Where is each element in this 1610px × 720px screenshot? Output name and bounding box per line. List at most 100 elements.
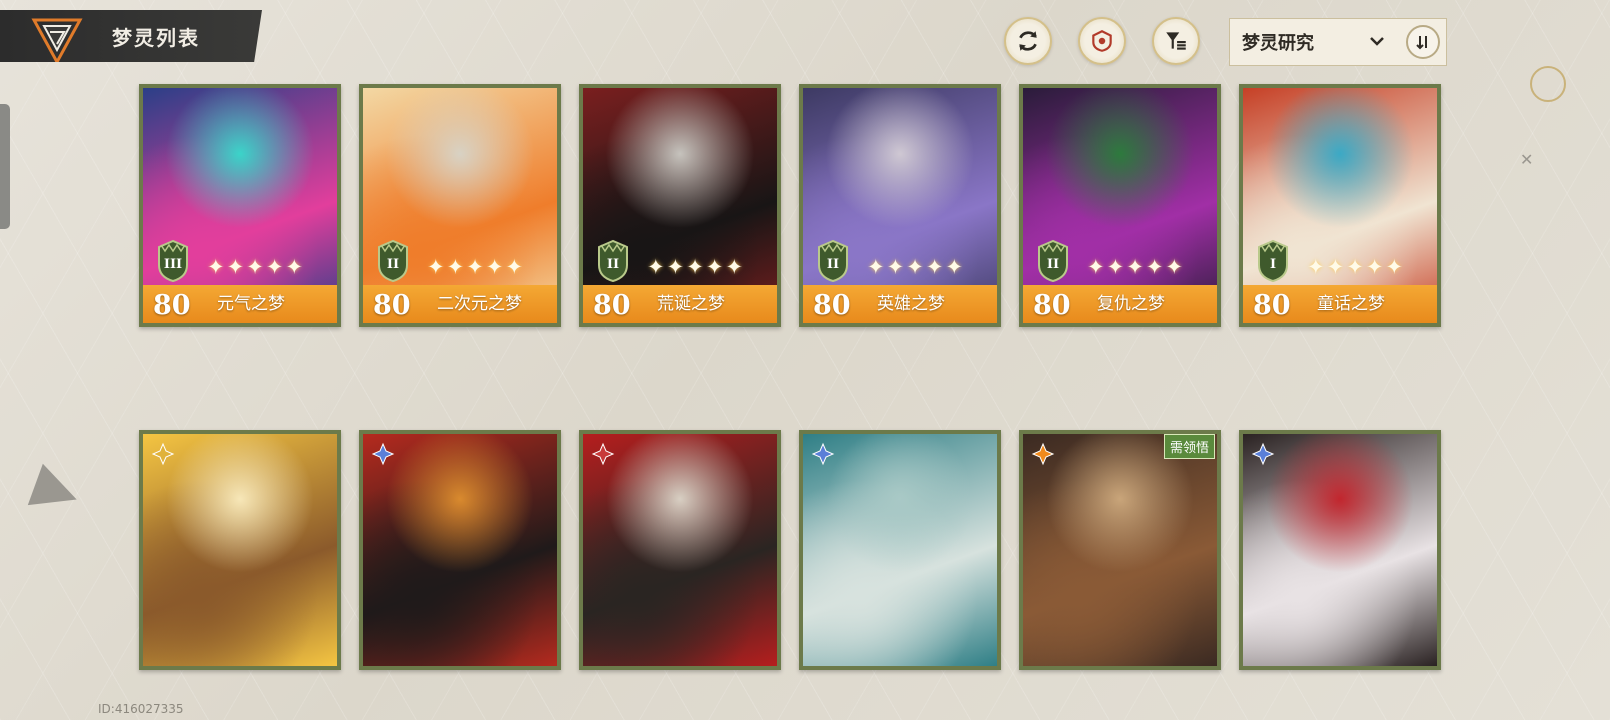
character-level: 80 <box>1033 290 1071 321</box>
star-icon: ✦ <box>1126 255 1144 279</box>
character-name: 英雄之梦 <box>877 294 945 314</box>
chevron-down-icon <box>1370 37 1384 46</box>
star-icon: ✦ <box>666 255 685 279</box>
decorative-cross: ✕ <box>1520 150 1534 169</box>
star-rating: ✦ ✦ ✦ ✦ ✦ <box>427 255 523 279</box>
rank-badge: II <box>813 239 853 283</box>
crystal-element-icon <box>811 442 835 466</box>
target-filter-button[interactable] <box>1078 17 1126 65</box>
star-icon: ✦ <box>725 255 744 279</box>
star-icon: ✦ <box>1087 255 1105 279</box>
page-title-bar: 梦灵列表 <box>0 10 262 62</box>
sort-order-icon <box>1416 36 1427 50</box>
character-portrait <box>803 434 997 666</box>
star-icon: ✦ <box>686 255 704 279</box>
character-card[interactable] <box>359 430 561 670</box>
rank-text: II <box>826 256 840 272</box>
rank-text: III <box>163 256 183 272</box>
character-card[interactable]: II ✦ ✦ ✦ ✦ ✦ 80 英雄之梦 <box>799 84 1001 327</box>
sun-element-icon <box>151 442 175 466</box>
flame-element-icon <box>591 442 615 466</box>
star-icon: ✦ <box>505 255 524 279</box>
character-card[interactable]: III ✦ ✦ ✦ ✦ ✦ 80 元气之梦 <box>139 84 341 327</box>
rank-text: II <box>386 256 400 272</box>
character-level: 80 <box>373 290 411 321</box>
star-icon: ✦ <box>1307 255 1325 279</box>
sort-dropdown[interactable]: 梦灵研究 <box>1229 18 1447 66</box>
star-icon: ✦ <box>906 255 924 279</box>
character-card[interactable]: II ✦ ✦ ✦ ✦ ✦ 80 荒诞之梦 <box>579 84 781 327</box>
star-rating: ✦ ✦ ✦ ✦ ✦ <box>207 255 303 279</box>
filter-list-icon <box>1166 32 1186 50</box>
character-card[interactable] <box>1239 430 1441 670</box>
rank-badge: II <box>373 239 413 283</box>
star-rating: ✦ ✦ ✦ ✦ ✦ <box>1307 255 1403 279</box>
decorative-triangle <box>27 463 85 521</box>
shield-target-icon <box>1092 30 1112 52</box>
star-icon: ✦ <box>265 255 284 279</box>
star-icon: ✦ <box>466 255 484 279</box>
player-id: ID:416027335 <box>98 702 184 716</box>
star-icon: ✦ <box>647 255 665 279</box>
character-level: 80 <box>153 290 191 321</box>
character-card[interactable] <box>579 430 781 670</box>
star-icon: ✦ <box>945 255 964 279</box>
character-name: 荒诞之梦 <box>657 294 725 314</box>
character-level: 80 <box>1253 290 1291 321</box>
star-icon: ✦ <box>925 255 944 279</box>
filter-button[interactable] <box>1152 17 1200 65</box>
star-icon: ✦ <box>867 255 885 279</box>
character-portrait <box>1243 434 1437 666</box>
character-card[interactable]: 需领悟 <box>1019 430 1221 670</box>
star-icon: ✦ <box>1346 255 1364 279</box>
side-drawer-handle[interactable] <box>0 104 10 229</box>
crystal-element-icon <box>371 442 395 466</box>
star-icon: ✦ <box>246 255 264 279</box>
triangle-logo-icon <box>31 18 83 62</box>
character-card[interactable] <box>799 430 1001 670</box>
character-name: 复仇之梦 <box>1097 294 1165 314</box>
character-name: 二次元之梦 <box>437 294 522 314</box>
star-icon: ✦ <box>226 255 245 279</box>
rank-badge: I <box>1253 239 1293 283</box>
character-portrait <box>143 434 337 666</box>
star-icon: ✦ <box>427 255 445 279</box>
sort-label: 梦灵研究 <box>1242 33 1314 54</box>
star-icon: ✦ <box>1365 255 1384 279</box>
refresh-icon <box>1019 31 1037 51</box>
star-rating: ✦ ✦ ✦ ✦ ✦ <box>647 255 743 279</box>
rank-text: I <box>1269 256 1277 272</box>
decorative-circle <box>1530 66 1566 102</box>
refresh-button[interactable] <box>1004 17 1052 65</box>
character-portrait <box>583 434 777 666</box>
status-tag: 需领悟 <box>1163 434 1215 459</box>
character-card[interactable]: II ✦ ✦ ✦ ✦ ✦ 80 复仇之梦 <box>1019 84 1221 327</box>
star-icon: ✦ <box>705 255 724 279</box>
star-icon: ✦ <box>446 255 465 279</box>
character-level: 80 <box>593 290 631 321</box>
star-icon: ✦ <box>886 255 905 279</box>
character-card[interactable] <box>139 430 341 670</box>
rank-badge: II <box>1033 239 1073 283</box>
character-card[interactable]: I ✦ ✦ ✦ ✦ ✦ 80 童话之梦 <box>1239 84 1441 327</box>
star-rating: ✦ ✦ ✦ ✦ ✦ <box>867 255 963 279</box>
star-rating: ✦ ✦ ✦ ✦ ✦ <box>1087 255 1183 279</box>
character-portrait <box>1023 434 1217 666</box>
rank-text: II <box>606 256 620 272</box>
character-level: 80 <box>813 290 851 321</box>
sort-order-button[interactable] <box>1406 25 1440 59</box>
star-icon: ✦ <box>1165 255 1184 279</box>
star-icon: ✦ <box>1145 255 1164 279</box>
character-card[interactable]: II ✦ ✦ ✦ ✦ ✦ 80 二次元之梦 <box>359 84 561 327</box>
star-icon: ✦ <box>285 255 304 279</box>
character-name: 元气之梦 <box>217 294 285 314</box>
rank-text: II <box>1046 256 1060 272</box>
star-icon: ✦ <box>1106 255 1125 279</box>
character-name: 童话之梦 <box>1317 294 1385 314</box>
rank-badge: III <box>153 239 193 283</box>
star-icon: ✦ <box>1385 255 1404 279</box>
sun-orange-element-icon <box>1031 442 1055 466</box>
star-icon: ✦ <box>1326 255 1345 279</box>
rank-badge: II <box>593 239 633 283</box>
star-icon: ✦ <box>485 255 504 279</box>
